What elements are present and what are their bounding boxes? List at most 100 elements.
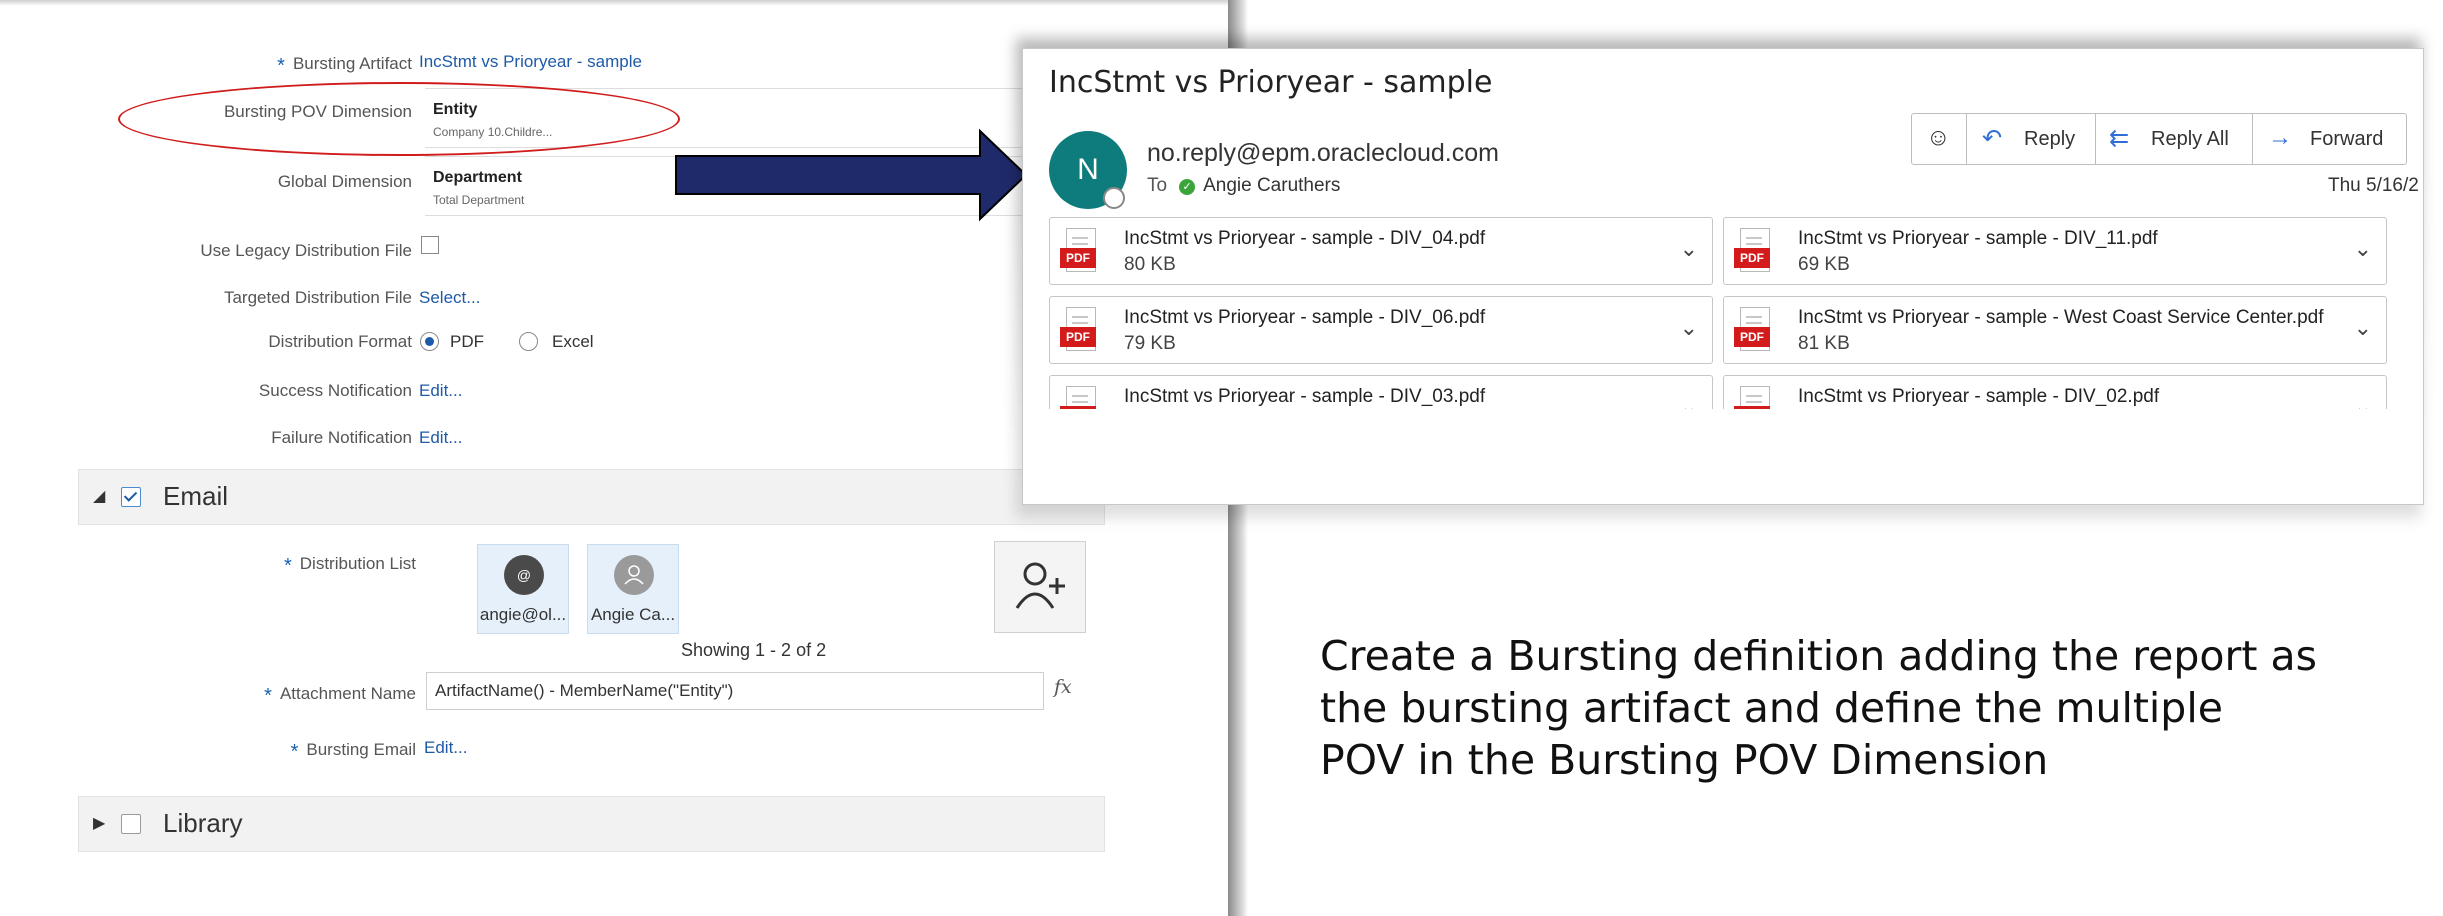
add-recipient-button[interactable] (994, 541, 1086, 633)
required-asterisk: * (290, 741, 299, 763)
showing-count: Showing 1 - 2 of 2 (681, 640, 827, 660)
global-dimension-selection: Total Department (433, 193, 525, 207)
attachment-card[interactable]: PDF IncStmt vs Prioryear - sample - DIV_… (1049, 296, 1713, 364)
attachment-size: 69 KB (1798, 254, 1850, 275)
attachment-card[interactable]: PDF IncStmt vs Prioryear - sample - DIV_… (1723, 217, 2387, 285)
recipient-name: angie@ol... (479, 605, 567, 624)
email-preview: IncStmt vs Prioryear - sample N no.reply… (1022, 48, 2424, 505)
required-asterisk: * (264, 685, 272, 707)
pdf-file-icon: PDF (1734, 307, 1772, 353)
chevron-down-icon[interactable]: ⌄ (1680, 236, 1698, 262)
recipient-chip[interactable]: @ angie@ol... (477, 544, 569, 634)
email-date: Thu 5/16/2 (2328, 175, 2419, 196)
failure-notification-label: Failure Notification (271, 428, 412, 447)
at-sign-icon: @ (504, 555, 544, 595)
attachment-name-input[interactable]: ArtifactName() - MemberName("Entity") (426, 672, 1044, 710)
use-legacy-distribution-file-checkbox[interactable] (421, 236, 439, 254)
collapse-triangle-icon[interactable]: ◢ (93, 486, 105, 506)
attachment-filename: IncStmt vs Prioryear - sample - DIV_02.p… (1798, 386, 2160, 407)
bursting-artifact-link[interactable]: IncStmt vs Prioryear - sample (419, 52, 642, 72)
chevron-down-icon[interactable]: ⌄ (1680, 394, 1698, 409)
pdf-radio[interactable] (420, 332, 439, 351)
attachment-card[interactable]: PDF IncStmt vs Prioryear - sample - DIV_… (1723, 375, 2387, 409)
expand-triangle-icon[interactable]: ▶ (93, 813, 105, 833)
smiley-icon: ☺ (1926, 124, 1951, 151)
bursting-artifact-label: * Bursting Artifact (277, 54, 412, 77)
reply-all-button[interactable]: ⇇ Reply All (2095, 114, 2253, 164)
reply-all-icon: ⇇ (2109, 125, 2130, 152)
reply-all-label: Reply All (2151, 128, 2229, 150)
use-legacy-distribution-file-label: Use Legacy Distribution File (200, 241, 412, 260)
formula-fx-icon[interactable]: fx (1054, 676, 1072, 698)
distribution-list-label: * Distribution List (283, 554, 416, 577)
pdf-file-icon: PDF (1734, 228, 1772, 274)
chevron-down-icon[interactable]: ⌄ (2354, 236, 2372, 262)
required-asterisk: * (277, 55, 285, 77)
forward-icon: → (2268, 124, 2292, 151)
right-arrow-icon (675, 128, 1028, 222)
library-section-title: Library (163, 808, 243, 838)
library-section-header[interactable]: ▶ Library (78, 796, 1105, 852)
attachment-filename: IncStmt vs Prioryear - sample - DIV_11.p… (1798, 228, 2158, 249)
slide-caption: Create a Bursting definition adding the … (1320, 632, 2317, 784)
attachment-filename: IncStmt vs Prioryear - sample - DIV_04.p… (1124, 228, 1486, 249)
pdf-file-icon: PDF (1060, 307, 1098, 353)
emoji-reaction-button[interactable]: ☺ (1912, 114, 1967, 164)
library-section-checkbox[interactable] (121, 814, 141, 834)
targeted-distribution-file-select-link[interactable]: Select... (419, 288, 480, 308)
recipient-chip[interactable]: Angie Ca... (587, 544, 679, 634)
email-subject: IncStmt vs Prioryear - sample (1049, 65, 1493, 100)
to-label: To (1147, 175, 1168, 196)
attachment-size: 80 KB (1124, 254, 1176, 275)
email-action-bar: ☺ ↶ Reply ⇇ Reply All → Forward (1911, 113, 2407, 165)
attachment-size: 81 KB (1798, 333, 1850, 354)
attachment-filename: IncStmt vs Prioryear - sample - DIV_06.p… (1124, 307, 1486, 328)
pdf-radio-label: PDF (450, 332, 484, 351)
bursting-email-edit-link[interactable]: Edit... (424, 738, 467, 758)
pdf-file-icon: PDF (1060, 228, 1098, 274)
verified-check-icon: ✓ (1179, 179, 1196, 195)
success-notification-edit-link[interactable]: Edit... (419, 381, 462, 401)
reply-button[interactable]: ↶ Reply (1966, 114, 2096, 164)
chevron-down-icon[interactable]: ⌄ (2354, 315, 2372, 341)
distribution-format-label: Distribution Format (268, 332, 412, 351)
required-asterisk: * (283, 555, 292, 577)
email-section-checkbox[interactable] (121, 487, 141, 507)
excel-radio[interactable] (519, 332, 538, 351)
excel-radio-label: Excel (552, 332, 594, 351)
failure-notification-edit-link[interactable]: Edit... (419, 428, 462, 448)
pdf-file-icon: PDF (1734, 386, 1772, 409)
person-icon (614, 555, 654, 595)
email-section-title: Email (163, 481, 229, 511)
bursting-email-label: * Bursting Email (290, 740, 416, 763)
attachment-card[interactable]: PDF IncStmt vs Prioryear - sample - West… (1723, 296, 2387, 364)
attachment-name-value: ArtifactName() - MemberName("Entity") (435, 681, 734, 700)
email-section-header[interactable]: ◢ Email (78, 469, 1105, 525)
success-notification-label: Success Notification (258, 381, 412, 400)
panel-top-edge (0, 0, 1228, 6)
highlight-ellipse (118, 82, 680, 156)
attachment-card[interactable]: PDF IncStmt vs Prioryear - sample - DIV_… (1049, 375, 1713, 409)
to-recipient-name[interactable]: Angie Caruthers (1203, 175, 1340, 196)
pdf-file-icon: PDF (1060, 386, 1098, 409)
forward-button[interactable]: → Forward (2252, 114, 2406, 164)
attachment-size: 79 KB (1124, 333, 1176, 354)
chevron-down-icon[interactable]: ⌄ (2354, 394, 2372, 409)
global-dimension-name: Department (433, 169, 522, 186)
recipient-name: Angie Ca... (590, 605, 676, 624)
attachment-name-label: * Attachment Name (264, 684, 416, 707)
targeted-distribution-file-label: Targeted Distribution File (223, 288, 412, 307)
presence-status-icon (1103, 187, 1125, 209)
add-user-icon (1015, 562, 1065, 609)
reply-icon: ↶ (1982, 125, 2003, 152)
forward-label: Forward (2310, 128, 2384, 150)
attachment-filename: IncStmt vs Prioryear - sample - West Coa… (1798, 307, 2324, 328)
reply-label: Reply (2024, 128, 2076, 150)
recipient-line: To ✓ Angie Caruthers (1147, 175, 1340, 197)
chevron-down-icon[interactable]: ⌄ (1680, 315, 1698, 341)
global-dimension-label: Global Dimension (277, 172, 412, 191)
attachment-row-clipped: PDF IncStmt vs Prioryear - sample - DIV_… (1023, 375, 2423, 409)
sender-address[interactable]: no.reply@epm.oraclecloud.com (1147, 139, 1499, 168)
attachment-filename: IncStmt vs Prioryear - sample - DIV_03.p… (1124, 386, 1486, 407)
attachment-card[interactable]: PDF IncStmt vs Prioryear - sample - DIV_… (1049, 217, 1713, 285)
